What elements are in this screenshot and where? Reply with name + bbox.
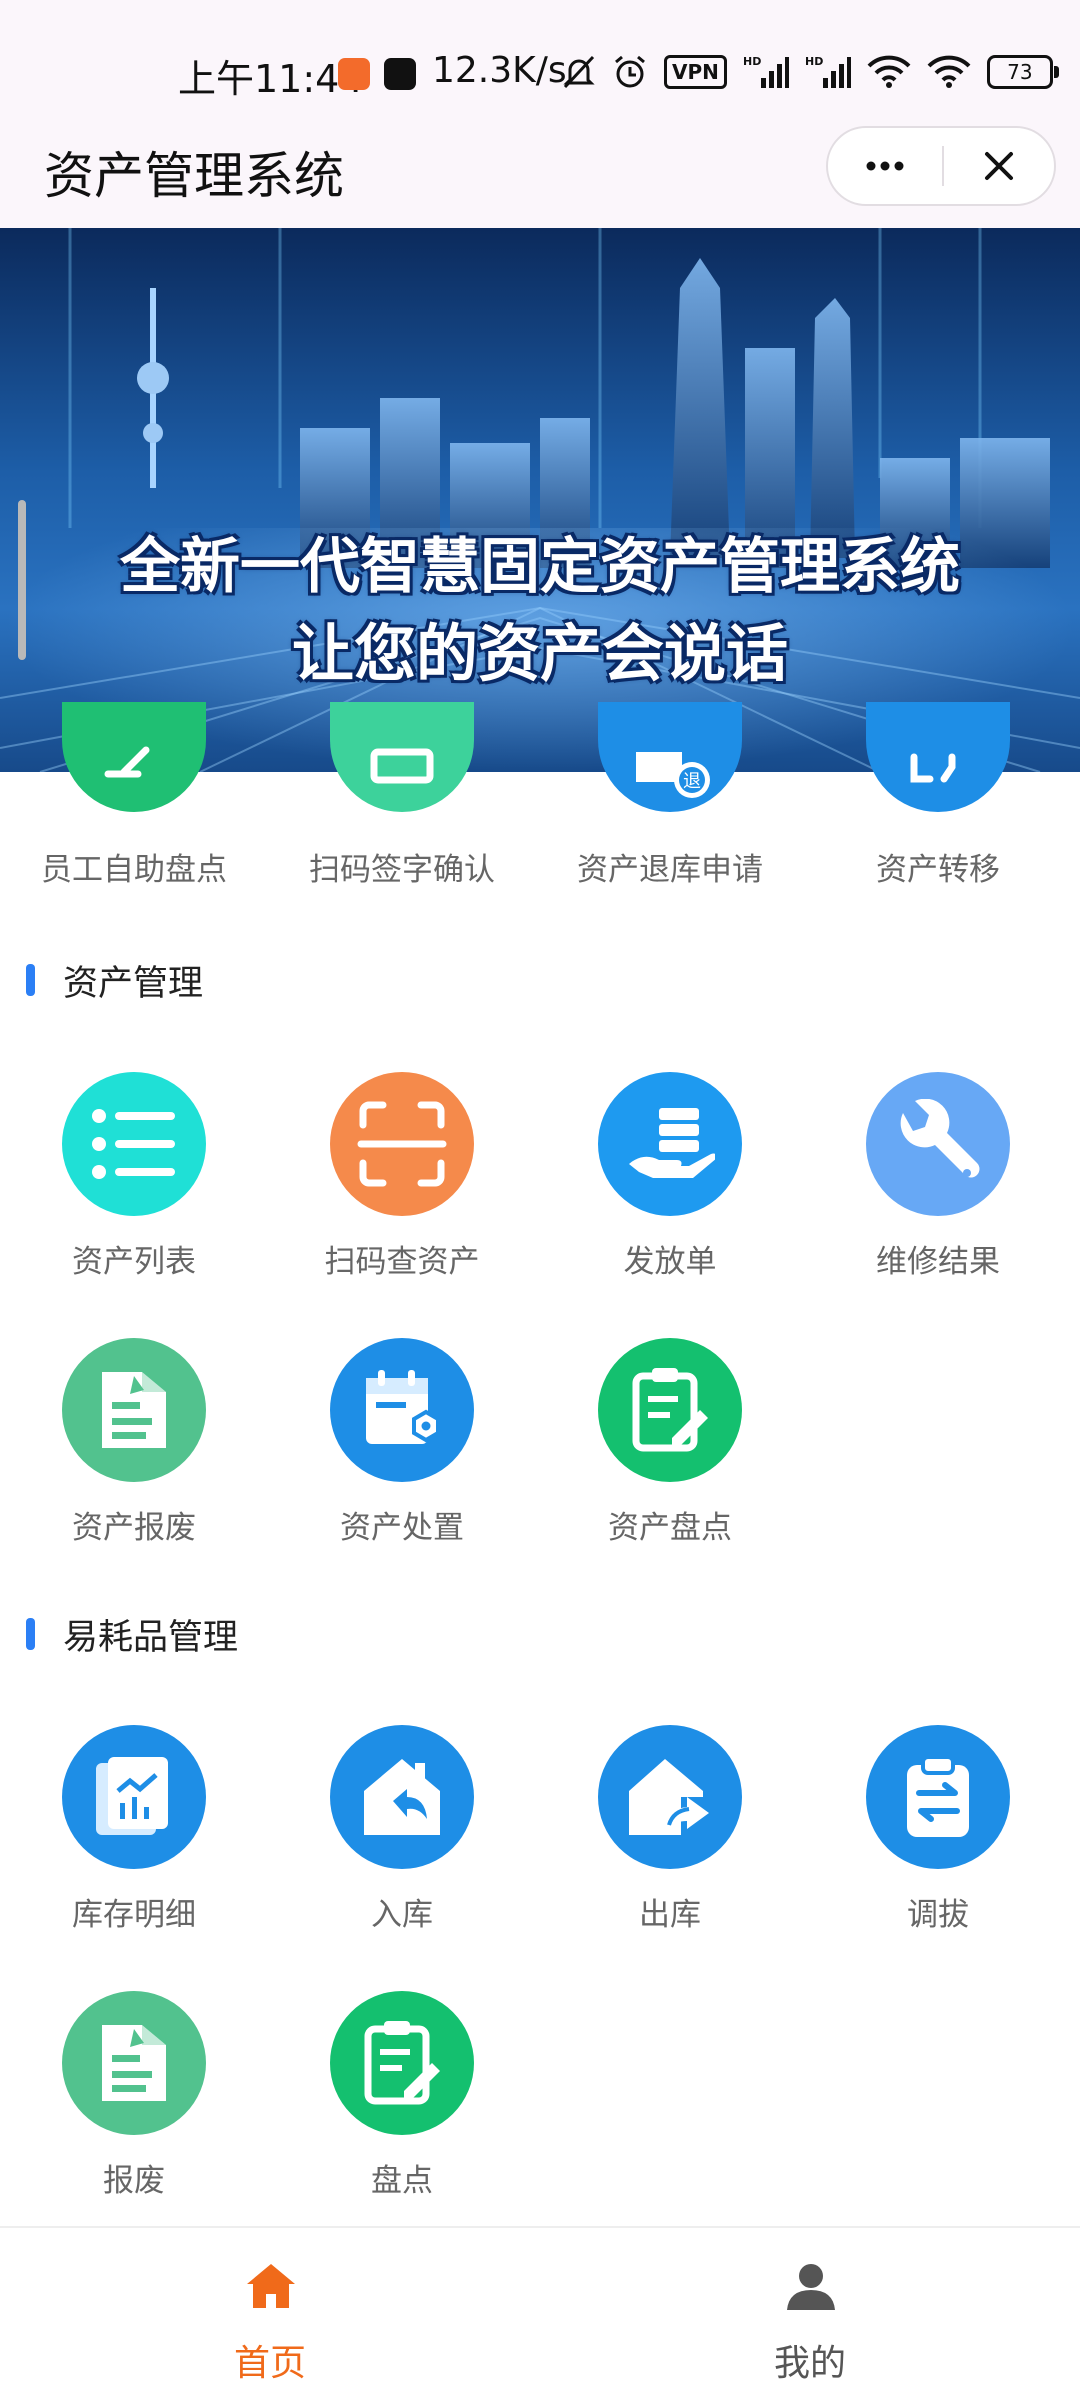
tab-mine[interactable]: 我的 (540, 2228, 1080, 2402)
menu-item-label: 入库 (371, 1897, 433, 1933)
menu-item-label: 资产处置 (340, 1510, 464, 1546)
battery-indicator: 73 (986, 55, 1059, 89)
menu-item-asset-scrap[interactable]: 资产报废 (0, 1338, 268, 1578)
svg-text:HD: HD (743, 55, 761, 68)
notification-app-icon-2 (384, 58, 416, 90)
close-button[interactable] (944, 128, 1054, 204)
close-icon (985, 152, 1013, 180)
banner-subheadline: 让您的资产会说话 (291, 617, 788, 690)
menu-item-label: 库存明细 (72, 1897, 196, 1933)
menu-item-label: 维修结果 (876, 1244, 1000, 1280)
section-accent-bar (26, 1618, 35, 1650)
return-icon: 退 (598, 702, 742, 812)
quick-item-label: 员工自助盘点 (41, 852, 227, 888)
wifi-icon (867, 55, 911, 88)
mute-bell-icon (563, 55, 595, 89)
section-accent-bar (26, 964, 35, 996)
quick-item-return-request[interactable]: 退 资产退库申请 (536, 702, 804, 912)
vpn-badge: VPN (664, 55, 727, 89)
menu-item-label: 调拔 (907, 1897, 969, 1933)
network-speed: 12.3K/s (432, 50, 567, 91)
svg-text:退: 退 (683, 771, 701, 792)
menu-item-distribution[interactable]: 发放单 (536, 1072, 804, 1312)
quick-item-transfer[interactable]: 资产转移 (804, 702, 1072, 912)
scrap-doc-icon (62, 1991, 206, 2135)
scan-sign-icon (330, 702, 474, 812)
quick-item-self-inventory[interactable]: 员工自助盘点 (0, 702, 268, 912)
status-icons: VPN HD HD 73 (562, 50, 1059, 94)
more-button[interactable] (828, 128, 942, 204)
signal-icon-2: HD (805, 55, 851, 88)
title-bar: 资产管理系统 (0, 120, 1080, 228)
menu-item-label: 扫码查资产 (324, 1244, 480, 1280)
menu-item-label: 资产报废 (72, 1510, 196, 1546)
miniprogram-capsule (826, 126, 1056, 206)
stock-in-icon (330, 1725, 474, 1869)
alarm-icon (615, 55, 645, 88)
section-header-consumables: 易耗品管理 (26, 1604, 238, 1664)
clipboard-edit-icon (598, 1338, 742, 1482)
section-title: 资产管理 (63, 963, 204, 1004)
quick-item-scan-sign[interactable]: 扫码签字确认 (268, 702, 536, 912)
scroll-indicator (18, 500, 26, 660)
menu-item-label: 资产盘点 (608, 1510, 732, 1546)
wifi-icon-2 (927, 55, 971, 88)
wrench-icon (866, 1072, 1010, 1216)
menu-item-label: 出库 (639, 1897, 701, 1933)
menu-item-asset-disposal[interactable]: 资产处置 (268, 1338, 536, 1578)
calendar-gear-icon (330, 1338, 474, 1482)
menu-item-repair-result[interactable]: 维修结果 (804, 1072, 1072, 1312)
banner-headline: 全新一代智慧固定资产管理系统 (120, 532, 960, 602)
clipboard-edit-icon (330, 1991, 474, 2135)
quick-item-label: 资产转移 (876, 852, 1000, 888)
banner-carousel[interactable]: 全新一代智慧固定资产管理系统 让您的资产会说话 (0, 228, 1080, 772)
svg-text:HD: HD (805, 55, 823, 68)
menu-item-label: 报废 (103, 2163, 165, 2199)
page-title: 资产管理系统 (44, 147, 344, 205)
inventory-chart-icon (62, 1725, 206, 1869)
menu-item-asset-list[interactable]: 资产列表 (0, 1072, 268, 1312)
signal-icon: HD (743, 55, 789, 88)
quick-item-label: 扫码签字确认 (309, 852, 495, 888)
menu-item-scan-asset[interactable]: 扫码查资产 (268, 1072, 536, 1312)
menu-item-stock-out[interactable]: 出库 (536, 1725, 804, 1965)
status-time: 上午11:44 (178, 57, 364, 101)
menu-item-stock-detail[interactable]: 库存明细 (0, 1725, 268, 1965)
quick-actions-row: 员工自助盘点 扫码签字确认 退 资产退库申请 资产转移 (0, 702, 1080, 912)
list-icon (62, 1072, 206, 1216)
more-dots-icon (866, 161, 904, 171)
tab-label: 首页 (233, 2343, 306, 2384)
menu-item-label: 盘点 (371, 2163, 433, 2199)
menu-item-label: 资产列表 (72, 1244, 196, 1280)
notification-app-icon (338, 58, 370, 90)
quick-item-label: 资产退库申请 (577, 852, 763, 888)
menu-item-label: 发放单 (623, 1244, 717, 1280)
status-bar: 上午11:44 12.3K/s VPN HD HD 73 (0, 0, 1080, 120)
tab-label: 我的 (773, 2343, 846, 2384)
bottom-tab-bar: 首页 我的 (0, 2226, 1080, 2402)
person-icon (787, 2264, 835, 2310)
menu-item-stock-in[interactable]: 入库 (268, 1725, 536, 1965)
scrap-doc-icon (62, 1338, 206, 1482)
section-header-asset-management: 资产管理 (26, 950, 203, 1010)
stock-out-icon (598, 1725, 742, 1869)
home-icon (247, 2264, 295, 2308)
transfer-icon (866, 702, 1010, 812)
menu-item-stocktake[interactable]: 盘点 (268, 1991, 536, 2231)
menu-item-scrap[interactable]: 报废 (0, 1991, 268, 2231)
clipboard-swap-icon (866, 1725, 1010, 1869)
section-title: 易耗品管理 (63, 1617, 239, 1658)
edit-icon (62, 702, 206, 812)
menu-item-allocation[interactable]: 调拔 (804, 1725, 1072, 1965)
scan-icon (330, 1072, 474, 1216)
menu-item-asset-inventory[interactable]: 资产盘点 (536, 1338, 804, 1578)
hand-distribute-icon (598, 1072, 742, 1216)
tab-home[interactable]: 首页 (0, 2228, 540, 2402)
